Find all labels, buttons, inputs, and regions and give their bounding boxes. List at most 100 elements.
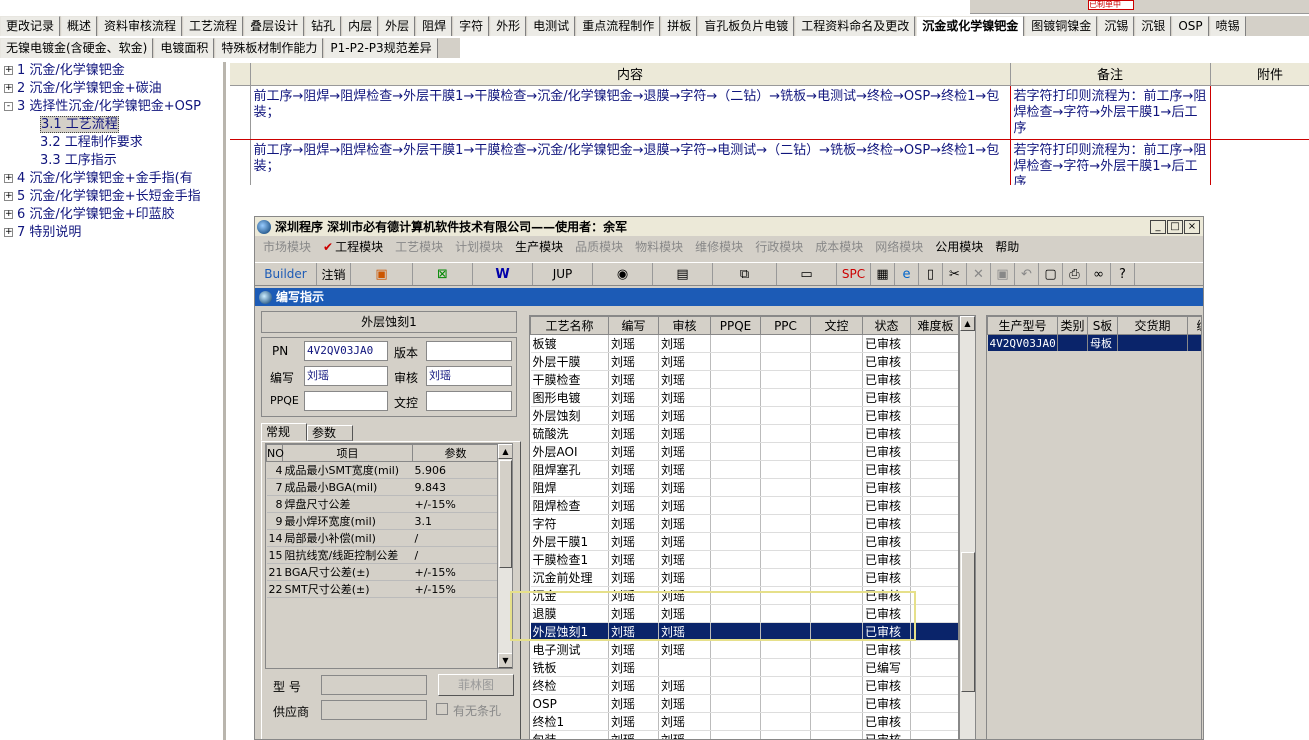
menu-item[interactable]: 工艺模块 [395,238,443,255]
tab-18[interactable]: 沉锡 [1098,16,1135,36]
param-row[interactable]: 7 成品最小BGA(mil) 9.843 [266,478,499,496]
menu-item[interactable]: ✔ 工程模块 [323,238,383,255]
production-col-header[interactable]: 交货期 [1117,316,1188,335]
grid-cell-attach[interactable] [1210,85,1309,140]
expand-icon[interactable]: + [4,228,13,237]
jup-button[interactable]: JUP [533,263,593,285]
tab-11[interactable]: 电测试 [527,16,576,36]
delete-button[interactable]: ✕ [967,263,991,285]
tree-item[interactable]: +1 沉金/化学镍钯金 [0,62,223,80]
col-header-remark[interactable]: 备注 [1010,63,1211,86]
reviewer-field[interactable]: 刘瑶 [426,366,512,386]
production-col-header[interactable]: S板 [1087,316,1118,335]
process-col-header[interactable]: PPQE [710,316,761,335]
params-scrollbar[interactable]: ▲ ▼ [497,444,512,668]
menu-item[interactable]: 维修模块 [695,238,743,255]
col-param[interactable]: 参数 [412,444,499,462]
tab-13[interactable]: 拼板 [661,16,698,36]
col-no[interactable]: NO [266,444,284,462]
production-col-header[interactable]: 类别 [1057,316,1088,335]
process-row[interactable]: 铣板 刘瑶 已编写 [530,658,958,677]
menu-item[interactable]: 公用模块 [935,238,983,255]
spc-button[interactable]: SPC [837,263,871,285]
logout-button[interactable]: 注销 [317,263,351,285]
process-row[interactable]: 包装 刘瑶 刘瑶 已审核 [530,730,958,739]
tab-16[interactable]: 沉金或化学镍钯金 [916,16,1025,36]
tab-21[interactable]: 喷锡 [1209,16,1246,36]
computer-button[interactable]: ▭ [777,263,837,285]
undo-button[interactable]: ↶ [1015,263,1039,285]
scroll-up-icon[interactable]: ▲ [960,316,975,331]
calc-button[interactable]: ▦ [871,263,895,285]
tab-20[interactable]: OSP [1172,16,1209,36]
process-col-header[interactable]: 文控 [810,316,863,335]
production-row[interactable]: 4V2QV03JA0 母板 [987,334,1201,351]
expand-icon[interactable]: + [4,210,13,219]
param-row[interactable]: 14 局部最小补偿(mil) / [266,529,499,547]
grid-cell-content[interactable]: 前工序→阻焊→阻焊检查→外层干膜1→干膜检查→沉金/化学镍钯金→退膜→字符→电测… [250,139,1011,185]
menu-item[interactable]: 成本模块 [815,238,863,255]
process-row[interactable]: 阻焊塞孔 刘瑶 刘瑶 已审核 [530,460,958,479]
pn-field[interactable]: 4V2QV03JA0 [304,341,388,361]
print-button[interactable]: ⎙ [1063,263,1087,285]
tab-6[interactable]: 内层 [342,16,379,36]
process-col-header[interactable]: 工艺名称 [530,316,609,335]
process-row[interactable]: 硫酸洗 刘瑶 刘瑶 已审核 [530,424,958,443]
col-header-content[interactable]: 内容 [250,63,1011,86]
subtab-0[interactable]: 无镍电镀金(含硬金、软金) [0,38,154,58]
scroll-thumb[interactable] [499,460,512,568]
row-header[interactable] [230,85,251,140]
tab-0[interactable]: 更改记录 [0,16,61,36]
process-row[interactable]: 字符 刘瑶 刘瑶 已审核 [530,514,958,533]
process-row[interactable]: 终检 刘瑶 刘瑶 已审核 [530,676,958,695]
excel-button[interactable]: ⊠ [413,263,473,285]
process-row[interactable]: 外层蚀刻1 刘瑶 刘瑶 已审核 [530,622,958,641]
expand-icon[interactable]: + [4,66,13,75]
menu-item[interactable]: 品质模块 [575,238,623,255]
param-row[interactable]: 9 最小焊环宽度(mil) 3.1 [266,512,499,530]
menu-item[interactable]: 网络模块 [875,238,923,255]
tree-item[interactable]: +7 特别说明 [0,224,223,242]
tab-14[interactable]: 盲孔板负片电镀 [698,16,795,36]
tree-item[interactable]: +6 沉金/化学镍钯金+印蓝胶 [0,206,223,224]
process-col-header[interactable]: PPC [760,316,811,335]
process-scrollbar[interactable]: ▲ [959,315,976,739]
process-row[interactable]: 阻焊检查 刘瑶 刘瑶 已审核 [530,496,958,515]
tree-item[interactable]: 3.1 工艺流程 [0,116,223,134]
menu-item[interactable]: 物料模块 [635,238,683,255]
tree-item[interactable]: 3.2 工程制作要求 [0,134,223,152]
process-row[interactable]: 阻焊 刘瑶 刘瑶 已审核 [530,478,958,497]
tab-4[interactable]: 叠层设计 [244,16,305,36]
cut-button[interactable]: ✂ [943,263,967,285]
process-row[interactable]: 干膜检查1 刘瑶 刘瑶 已审核 [530,550,958,569]
grid-cell-content[interactable]: 前工序→阻焊→阻焊检查→外层干膜1→干膜检查→沉金/化学镍钯金→退膜→字符→（二… [250,85,1011,140]
process-row[interactable]: 板镀 刘瑶 刘瑶 已审核 [530,334,958,353]
expand-icon[interactable]: + [4,84,13,93]
close-icon[interactable]: × [1184,220,1200,234]
grid-cell-remark[interactable]: 若字符打印则流程为：前工序→阻焊检查→字符→外层干膜1→后工序 [1010,139,1211,185]
tree-item[interactable]: -3 选择性沉金/化学镍钯金+OSP [0,98,223,116]
param-row[interactable]: 15 阻抗线宽/线距控制公差 / [266,546,499,564]
scroll-up-icon[interactable]: ▲ [498,444,512,459]
tree-item[interactable]: 3.3 工序指示 [0,152,223,170]
col-item[interactable]: 项目 [282,444,413,462]
supplier-field[interactable] [321,700,427,720]
model-field[interactable] [321,675,427,695]
view-button[interactable]: ◉ [593,263,653,285]
col-header-attach[interactable]: 附件 [1210,63,1309,86]
process-row[interactable]: 图形电镀 刘瑶 刘瑶 已审核 [530,388,958,407]
process-row[interactable]: 干膜检查 刘瑶 刘瑶 已审核 [530,370,958,389]
tab-19[interactable]: 沉银 [1135,16,1172,36]
menu-item[interactable]: 市场模块 [263,238,311,255]
process-col-header[interactable]: 难度板 [910,316,958,335]
barcode-checkbox[interactable] [436,703,448,715]
preview-button[interactable]: ▢ [1039,263,1063,285]
process-row[interactable]: 外层AOI 刘瑶 刘瑶 已审核 [530,442,958,461]
subtab-1[interactable]: 电镀面积 [154,38,215,58]
process-row[interactable]: 外层干膜 刘瑶 刘瑶 已审核 [530,352,958,371]
version-field[interactable] [426,341,512,361]
collapse-icon[interactable]: - [4,102,13,111]
process-row[interactable]: 外层干膜1 刘瑶 刘瑶 已审核 [530,532,958,551]
builder-button[interactable]: Builder [255,263,317,285]
tab-2[interactable]: 资料审核流程 [98,16,183,36]
